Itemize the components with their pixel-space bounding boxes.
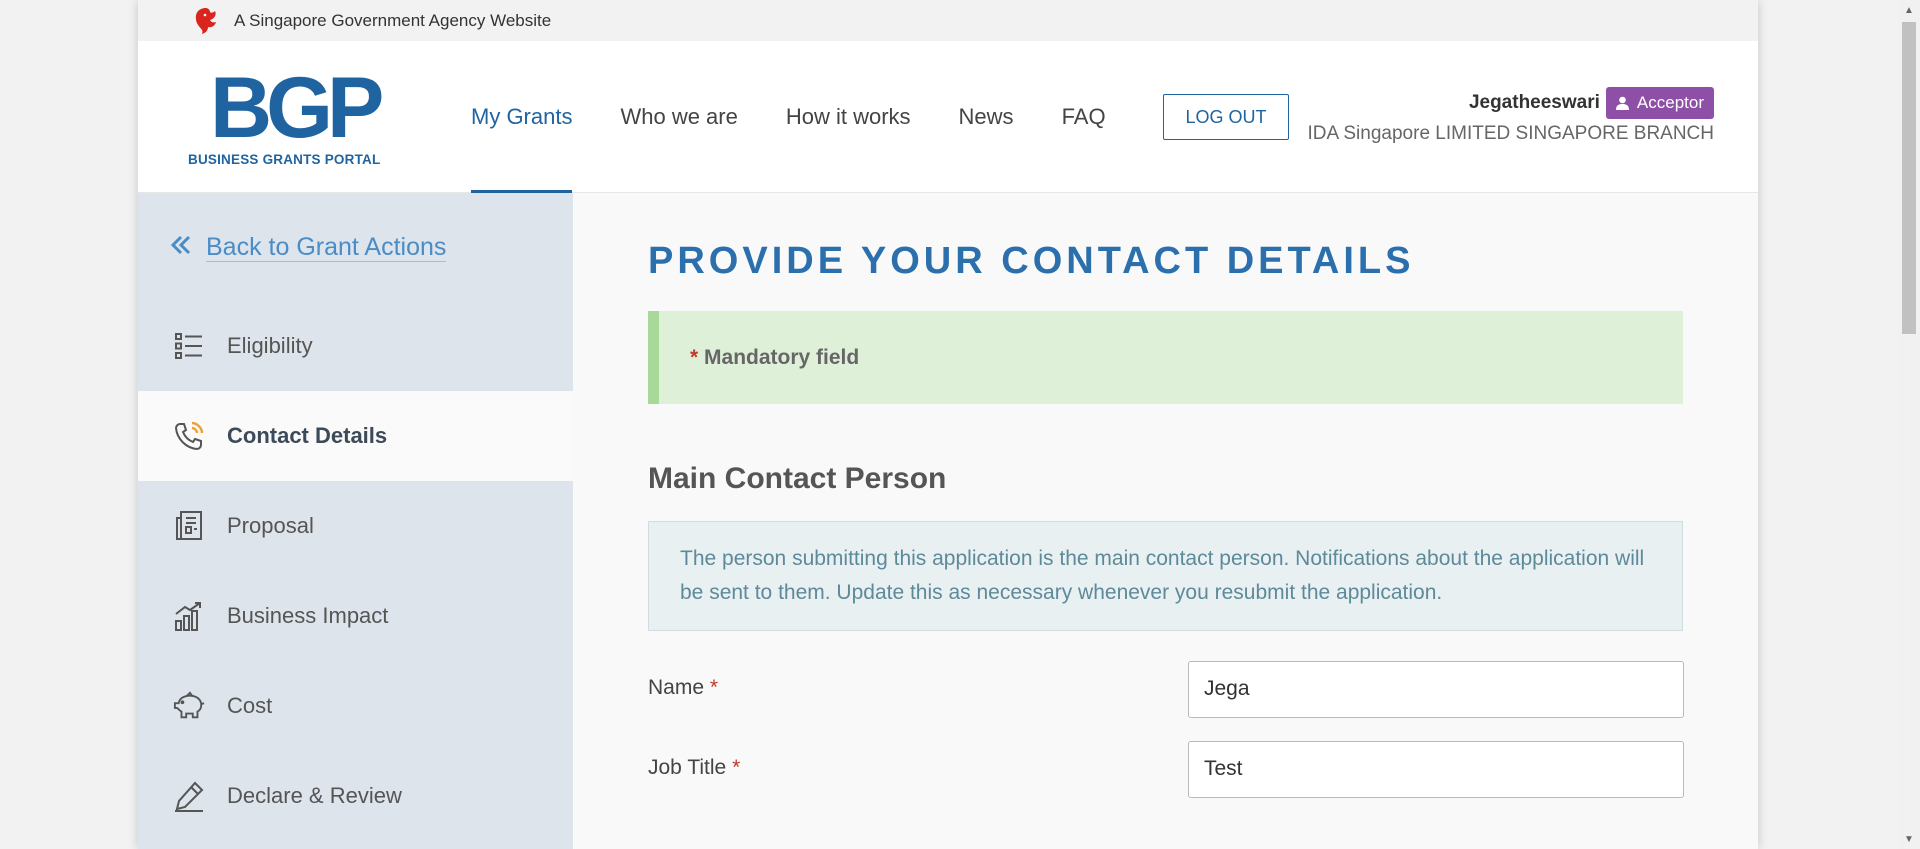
section-title: Main Contact Person bbox=[648, 462, 947, 495]
role-badge: Acceptor bbox=[1605, 87, 1714, 119]
government-masthead: A Singapore Government Agency Website bbox=[138, 0, 1758, 41]
application-sidebar: Back to Grant Actions Eligibility Contac… bbox=[138, 193, 573, 849]
role-label: Acceptor bbox=[1636, 93, 1704, 112]
piggy-bank-icon bbox=[173, 689, 205, 723]
logout-button[interactable]: LOG OUT bbox=[1163, 94, 1289, 140]
user-info: Jegatheeswari Acceptor IDA Singapore LIM… bbox=[1307, 87, 1714, 145]
singapore-lion-icon bbox=[193, 6, 221, 36]
name-field-row: Name * bbox=[648, 660, 1684, 741]
nav-how-it-works[interactable]: How it works bbox=[786, 41, 911, 192]
back-to-grant-actions-link[interactable]: Back to Grant Actions bbox=[138, 193, 573, 301]
sidebar-item-proposal[interactable]: Proposal bbox=[138, 481, 573, 571]
sidebar-item-label: Business Impact bbox=[227, 603, 389, 628]
page-title: PROVIDE YOUR CONTACT DETAILS bbox=[648, 240, 1415, 282]
chart-icon bbox=[173, 599, 205, 633]
sidebar-item-cost[interactable]: Cost bbox=[138, 661, 573, 751]
nav-faq[interactable]: FAQ bbox=[1062, 41, 1106, 192]
site-header: BGP BUSINESS GRANTS PORTAL My Grants Who… bbox=[138, 41, 1758, 193]
government-agency-text: A Singapore Government Agency Website bbox=[234, 10, 552, 30]
info-box: The person submitting this application i… bbox=[648, 520, 1683, 631]
nav-who-we-are[interactable]: Who we are bbox=[620, 41, 737, 192]
user-name: Jegatheeswari bbox=[1468, 92, 1600, 113]
main-nav: My Grants Who we are How it works News F… bbox=[471, 41, 1154, 193]
double-chevron-left-icon bbox=[170, 234, 192, 261]
logo-mark: BGP bbox=[210, 60, 384, 156]
sidebar-item-business-impact[interactable]: Business Impact bbox=[138, 571, 573, 661]
list-icon bbox=[173, 329, 205, 363]
logo-subtitle: BUSINESS GRANTS PORTAL bbox=[188, 152, 381, 167]
sidebar-item-label: Cost bbox=[227, 693, 273, 718]
mandatory-text: Mandatory field bbox=[704, 345, 860, 369]
pen-icon bbox=[173, 779, 205, 813]
vertical-scrollbar[interactable]: ▲ ▼ bbox=[1898, 0, 1920, 849]
bgp-logo[interactable]: BGP BUSINESS GRANTS PORTAL bbox=[188, 60, 384, 168]
sidebar-item-label: Eligibility bbox=[227, 333, 313, 358]
back-link-label: Back to Grant Actions bbox=[206, 232, 447, 262]
required-asterisk: * bbox=[690, 345, 699, 369]
job-title-label: Job Title * bbox=[648, 755, 741, 779]
job-title-field[interactable] bbox=[1188, 740, 1684, 798]
sidebar-item-label: Declare & Review bbox=[227, 783, 402, 808]
mandatory-field-notice: * Mandatory field bbox=[648, 311, 1683, 404]
name-label: Name * bbox=[648, 675, 719, 699]
sidebar-item-contact-details[interactable]: Contact Details bbox=[138, 391, 573, 481]
name-field[interactable] bbox=[1188, 660, 1684, 718]
organization-name: IDA Singapore LIMITED SINGAPORE BRANCH bbox=[1307, 123, 1714, 144]
document-icon bbox=[173, 509, 205, 543]
page: A Singapore Government Agency Website BG… bbox=[138, 0, 1758, 849]
nav-news[interactable]: News bbox=[959, 41, 1014, 192]
sidebar-item-label: Contact Details bbox=[227, 423, 388, 448]
user-icon bbox=[1615, 96, 1629, 110]
sidebar-item-eligibility[interactable]: Eligibility bbox=[138, 301, 573, 391]
sidebar-item-declare-review[interactable]: Declare & Review bbox=[138, 751, 573, 841]
scroll-down-arrow-icon[interactable]: ▼ bbox=[1898, 829, 1920, 849]
main-content: PROVIDE YOUR CONTACT DETAILS * Mandatory… bbox=[648, 193, 1684, 821]
job-title-field-row: Job Title * bbox=[648, 740, 1684, 821]
nav-my-grants[interactable]: My Grants bbox=[471, 41, 573, 193]
scroll-up-arrow-icon[interactable]: ▲ bbox=[1898, 0, 1920, 20]
sidebar-item-label: Proposal bbox=[227, 513, 314, 538]
phone-icon bbox=[173, 419, 205, 453]
scrollbar-thumb[interactable] bbox=[1902, 22, 1916, 334]
